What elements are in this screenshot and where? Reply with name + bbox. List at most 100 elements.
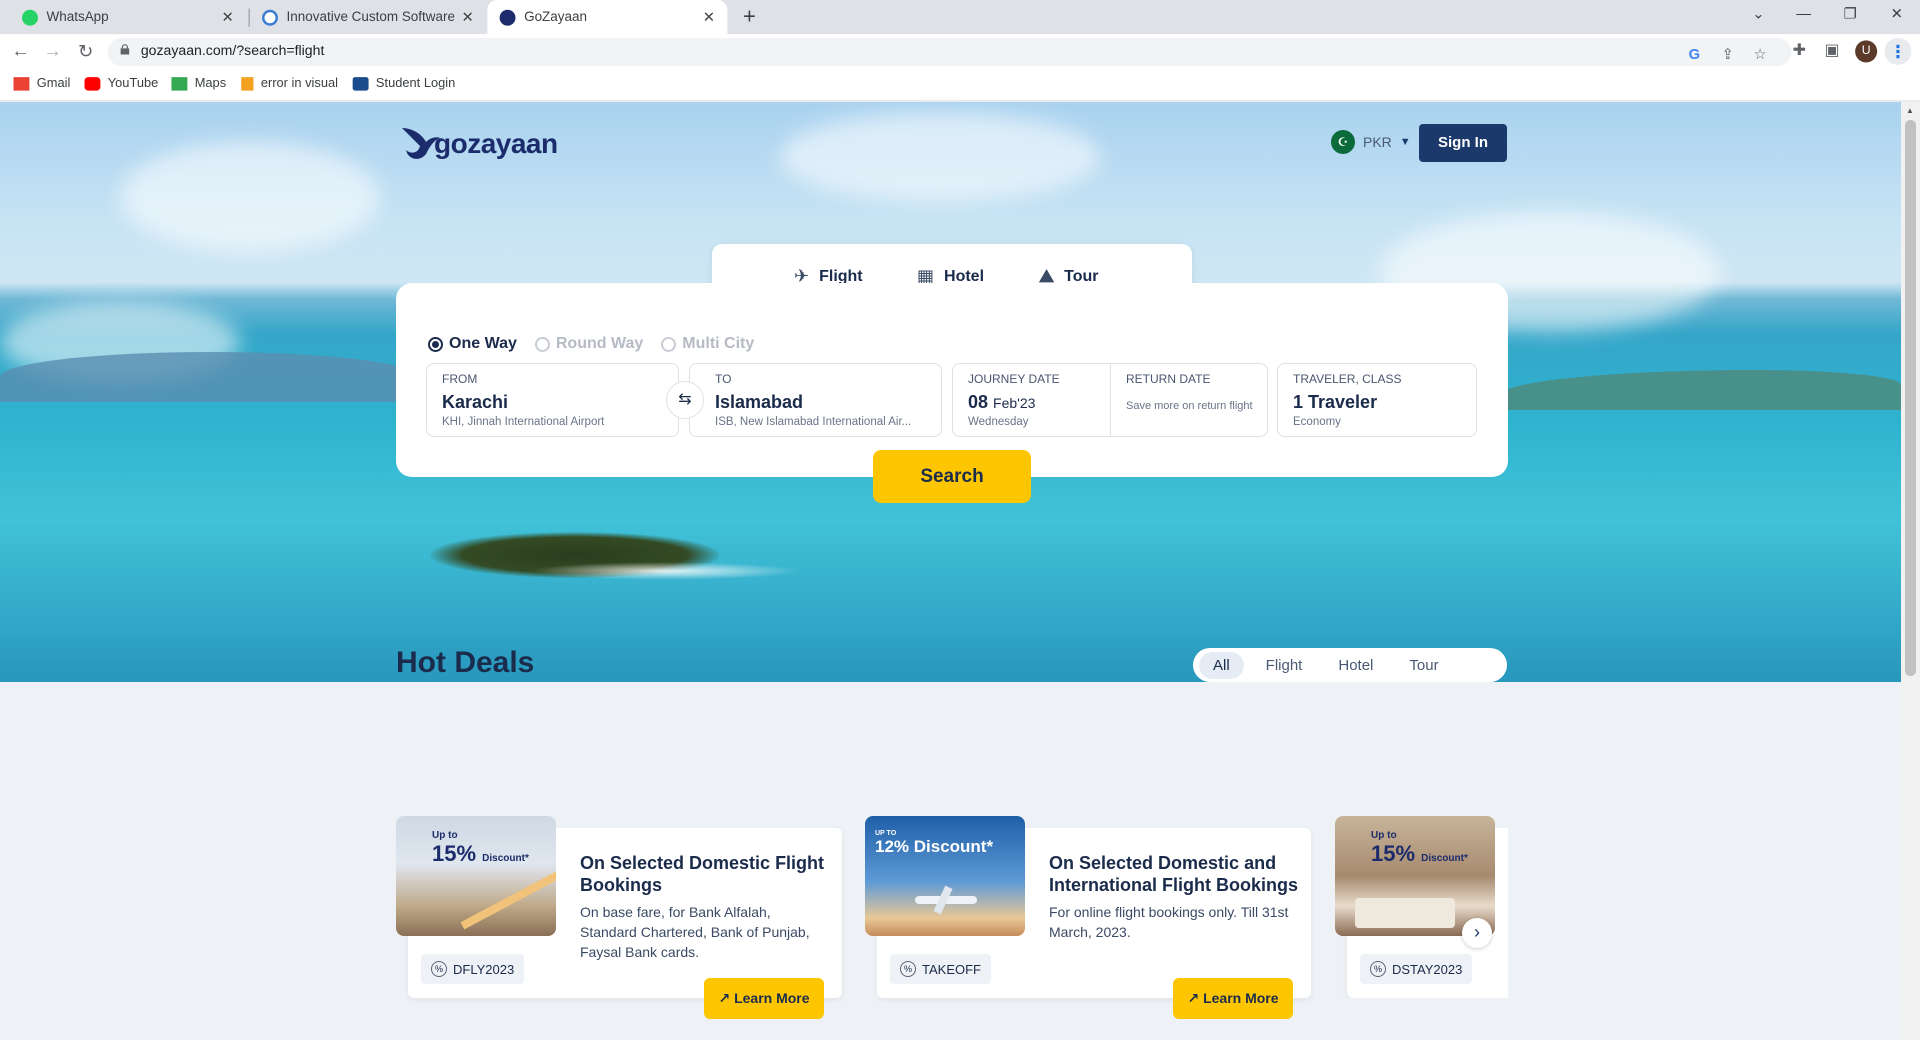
learn-more-label: Learn More <box>1203 990 1279 1006</box>
badge-value: 12% Discount* <box>875 837 994 856</box>
discount-badge: UP TO 12% Discount* <box>875 830 993 857</box>
badge-prefix: UP TO <box>875 830 897 837</box>
bookmark-star-icon[interactable]: ☆ <box>1753 45 1766 62</box>
radio-one-way[interactable]: One Way <box>428 335 517 353</box>
return-date-field[interactable]: RETURN DATE Save more on return flight <box>1111 364 1269 436</box>
reload-icon[interactable]: ↻ <box>73 40 97 63</box>
bed-shape <box>1355 898 1455 928</box>
mountain <box>1500 370 1901 410</box>
promo-code-text: TAKEOFF <box>922 961 981 977</box>
tab-title: WhatsApp <box>46 9 109 25</box>
radio-label: One Way <box>449 335 517 352</box>
google-icon[interactable]: G <box>1689 45 1700 62</box>
from-airport: KHI, Jinnah International Airport <box>442 416 605 428</box>
field-label: FROM <box>442 372 478 386</box>
journey-date-field[interactable]: JOURNEY DATE 08 Feb'23 Wednesday <box>953 364 1110 436</box>
forward-icon[interactable]: → <box>40 40 64 61</box>
radio-multi-city[interactable]: Multi City <box>661 335 754 353</box>
percent-icon: % <box>431 961 447 977</box>
tab-whatsapp[interactable]: WhatsApp ✕ <box>10 0 246 34</box>
bookmark-student-login[interactable]: Student Login <box>352 75 456 91</box>
journey-day: 08 <box>968 392 989 412</box>
from-city: Karachi <box>442 392 509 412</box>
gozayaan-logo[interactable]: gozayaan <box>400 124 558 162</box>
bookmark-gmail[interactable]: Gmail <box>13 76 70 91</box>
bookmark-label: Student Login <box>375 75 456 91</box>
profile-avatar[interactable]: U <box>1855 40 1878 63</box>
close-tab-icon[interactable]: ✕ <box>222 9 234 26</box>
arrow-up-right-icon: ↗ <box>1187 990 1200 1006</box>
learn-more-button[interactable]: ↗ Learn More <box>1173 978 1293 1019</box>
share-icon[interactable]: ⇪ <box>1722 45 1734 62</box>
field-label: TO <box>715 372 732 386</box>
restore-icon[interactable]: ❐ <box>1838 5 1862 22</box>
badge-prefix: Up to <box>1371 830 1397 841</box>
tab-search-icon[interactable]: ⌄ <box>1746 5 1770 22</box>
tab-innovative[interactable]: Innovative Custom Software Engi ✕ <box>250 0 486 34</box>
airplane-wing-image: Up to 15% Discount* <box>396 816 556 936</box>
url-text: gozayaan.com/?search=flight <box>140 44 325 59</box>
carousel-next-icon[interactable]: › <box>1462 918 1492 948</box>
page-viewport: gozayaan ☪ PKR ▼ Sign In ✈ Flight ▦ Hote… <box>0 102 1901 1040</box>
tab-gozayaan[interactable]: GoZayaan ✕ <box>487 0 728 35</box>
bookmark-error-in-visual[interactable]: error in visual <box>241 76 338 91</box>
scrollbar-thumb[interactable] <box>1905 120 1916 676</box>
cloud <box>120 142 380 252</box>
from-field[interactable]: FROM Karachi KHI, Jinnah International A… <box>426 363 679 437</box>
logo-text: gozayaan <box>434 128 558 159</box>
minimize-icon[interactable]: — <box>1791 5 1815 22</box>
promo-code[interactable]: % TAKEOFF <box>890 954 991 984</box>
deal-card[interactable]: Up to 15% Discount* On Selected Domestic … <box>396 816 842 1019</box>
close-tab-icon[interactable]: ✕ <box>462 9 474 26</box>
side-panel-icon[interactable]: ▣ <box>1825 40 1840 60</box>
hot-deals-title: Hot Deals <box>396 646 535 679</box>
deal-description: For online flight bookings only. Till 31… <box>1049 904 1289 940</box>
gozayaan-favicon-icon <box>499 9 516 26</box>
badge-prefix: Up to <box>432 830 458 841</box>
traveler-class-field[interactable]: TRAVELER, CLASS 1 Traveler Economy <box>1277 363 1477 437</box>
bookmark-maps[interactable]: Maps <box>171 76 226 91</box>
close-tab-icon[interactable]: ✕ <box>703 9 715 26</box>
island-beach <box>530 562 800 580</box>
student-login-icon <box>352 76 369 91</box>
omnibox[interactable]: gozayaan.com/?search=flight G ⇪ ☆ <box>107 37 1792 67</box>
filter-hotel[interactable]: Hotel <box>1324 652 1387 679</box>
percent-icon: % <box>1370 961 1386 977</box>
address-bar-row: ← → ↻ gozayaan.com/?search=flight G ⇪ ☆ … <box>0 34 1920 70</box>
close-window-icon[interactable]: ✕ <box>1885 5 1909 22</box>
page-scrollbar[interactable]: ▲ <box>1901 102 1920 1040</box>
radio-empty-icon <box>534 336 550 352</box>
bookmark-site-icon <box>241 76 254 91</box>
filter-tour[interactable]: Tour <box>1395 652 1452 679</box>
back-icon[interactable]: ← <box>9 40 33 61</box>
learn-more-label: Learn More <box>734 990 810 1006</box>
filter-flight[interactable]: Flight <box>1252 652 1317 679</box>
browser-menu-icon[interactable]: ⋮ <box>1884 37 1912 65</box>
deal-card[interactable]: Up to 15% Discount* % DSTAY2023 <box>1335 816 1508 998</box>
promo-code-text: DSTAY2023 <box>1392 961 1463 977</box>
extensions-icon[interactable]: ✚ <box>1793 40 1806 60</box>
arrow-up-right-icon: ↗ <box>718 990 731 1006</box>
new-tab-button[interactable]: + <box>737 5 761 29</box>
to-field[interactable]: TO Islamabad ISB, New Islamabad Internat… <box>689 363 942 437</box>
promo-code[interactable]: % DFLY2023 <box>421 954 525 984</box>
filter-all[interactable]: All <box>1199 651 1244 679</box>
scroll-up-icon[interactable]: ▲ <box>1906 106 1914 115</box>
learn-more-button[interactable]: ↗ Learn More <box>704 978 824 1019</box>
radio-label: Multi City <box>682 335 755 352</box>
browser-chrome: WhatsApp ✕ Innovative Custom Software En… <box>0 0 1920 103</box>
field-label: TRAVELER, CLASS <box>1293 372 1402 386</box>
radio-empty-icon <box>661 336 677 352</box>
promo-code[interactable]: % DSTAY2023 <box>1360 954 1473 984</box>
swap-airports-icon[interactable]: ⇆ <box>666 381 704 419</box>
airplane-sky-image: UP TO 12% Discount* <box>865 816 1025 936</box>
currency-selector[interactable]: ☪ PKR ▼ <box>1331 130 1411 154</box>
search-button[interactable]: Search <box>873 450 1031 503</box>
radio-round-way[interactable]: Round Way <box>534 335 643 353</box>
field-label: RETURN DATE <box>1126 372 1211 386</box>
sign-in-button[interactable]: Sign In <box>1419 124 1507 162</box>
tab-strip: WhatsApp ✕ Innovative Custom Software En… <box>0 0 1920 35</box>
bookmark-youtube[interactable]: YouTube <box>84 76 158 91</box>
deal-card[interactable]: UP TO 12% Discount* On Selected Domestic … <box>865 816 1311 1019</box>
pakistan-flag-icon: ☪ <box>1331 130 1355 154</box>
